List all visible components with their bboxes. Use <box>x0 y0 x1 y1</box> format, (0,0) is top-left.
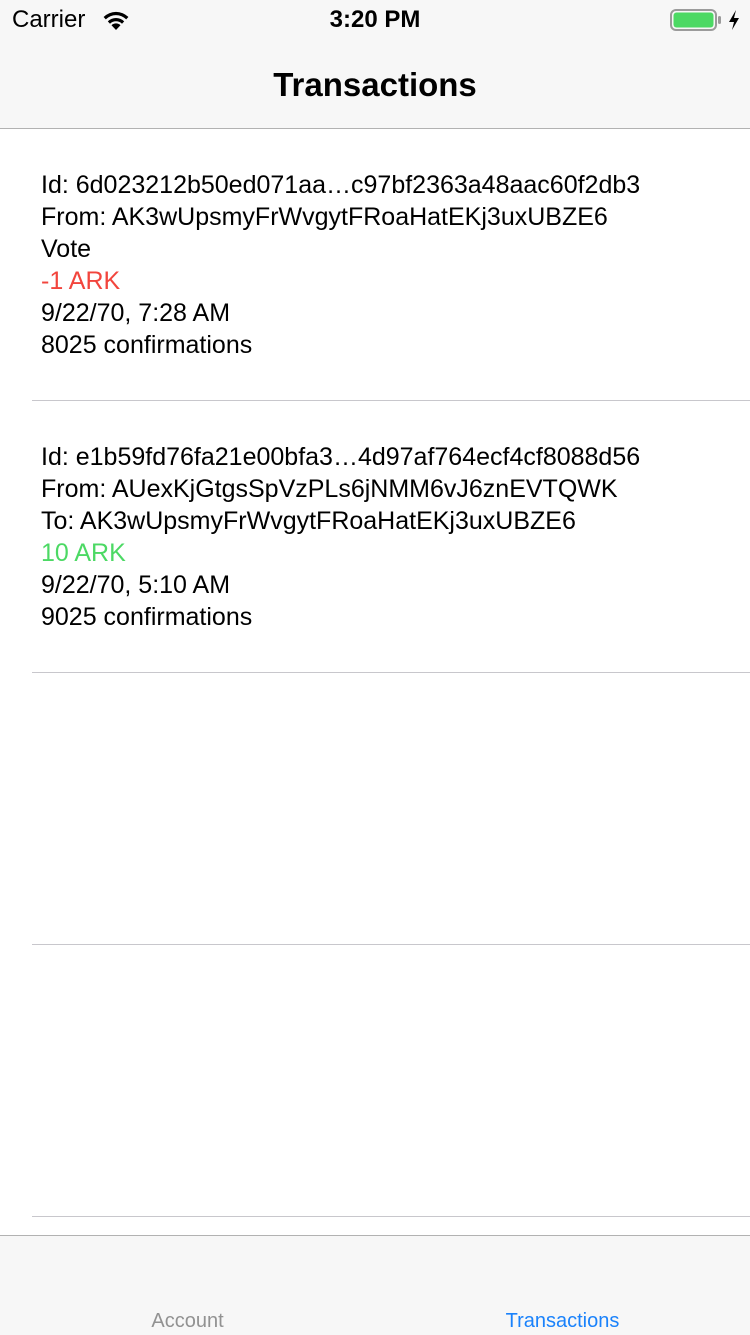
tab-transactions-label: Transactions <box>505 1310 620 1332</box>
tab-account[interactable]: Account <box>0 1236 375 1335</box>
transaction-row[interactable]: Id: 6d023212b50ed071aa…c97bf2363a48aac60… <box>0 129 750 401</box>
transaction-detail: Vote <box>41 235 92 263</box>
transaction-id: Id: 6d023212b50ed071aa…c97bf2363a48aac60… <box>41 171 641 199</box>
empty-row <box>0 945 750 1217</box>
row-separator <box>32 1216 750 1217</box>
transaction-date: 9/22/70, 7:28 AM <box>41 299 231 327</box>
tab-transactions[interactable]: Transactions <box>375 1236 750 1335</box>
empty-row <box>0 673 750 945</box>
status-bar: Carrier 3:20 PM <box>0 0 750 40</box>
transactions-list[interactable]: Id: 6d023212b50ed071aa…c97bf2363a48aac60… <box>0 129 750 1217</box>
charging-bolt-icon <box>729 10 739 30</box>
battery-icon <box>670 9 721 31</box>
transaction-from: From: AK3wUpsmyFrWvgytFRoaHatEKj3uxUBZE6 <box>41 203 608 231</box>
page-title: Transactions <box>273 66 477 103</box>
transaction-from: From: AUexKjGtgsSpVzPLs6jNMM6vJ6znEVTQWK <box>41 475 618 503</box>
transaction-amount: 10 ARK <box>41 539 126 567</box>
tab-bar: Account Transactions <box>0 1235 750 1335</box>
transaction-id: Id: e1b59fd76fa21e00bfa3…4d97af764ecf4cf… <box>41 443 641 471</box>
transaction-confirmations: 9025 confirmations <box>41 603 253 631</box>
tab-account-label: Account <box>151 1310 224 1332</box>
transaction-amount: -1 ARK <box>41 267 121 295</box>
transaction-row[interactable]: Id: e1b59fd76fa21e00bfa3…4d97af764ecf4cf… <box>0 401 750 673</box>
navigation-bar: Transactions <box>0 40 750 129</box>
transaction-confirmations: 8025 confirmations <box>41 331 253 359</box>
transaction-detail: To: AK3wUpsmyFrWvgytFRoaHatEKj3uxUBZE6 <box>41 507 576 535</box>
transaction-date: 9/22/70, 5:10 AM <box>41 571 231 599</box>
status-time: 3:20 PM <box>329 6 421 33</box>
